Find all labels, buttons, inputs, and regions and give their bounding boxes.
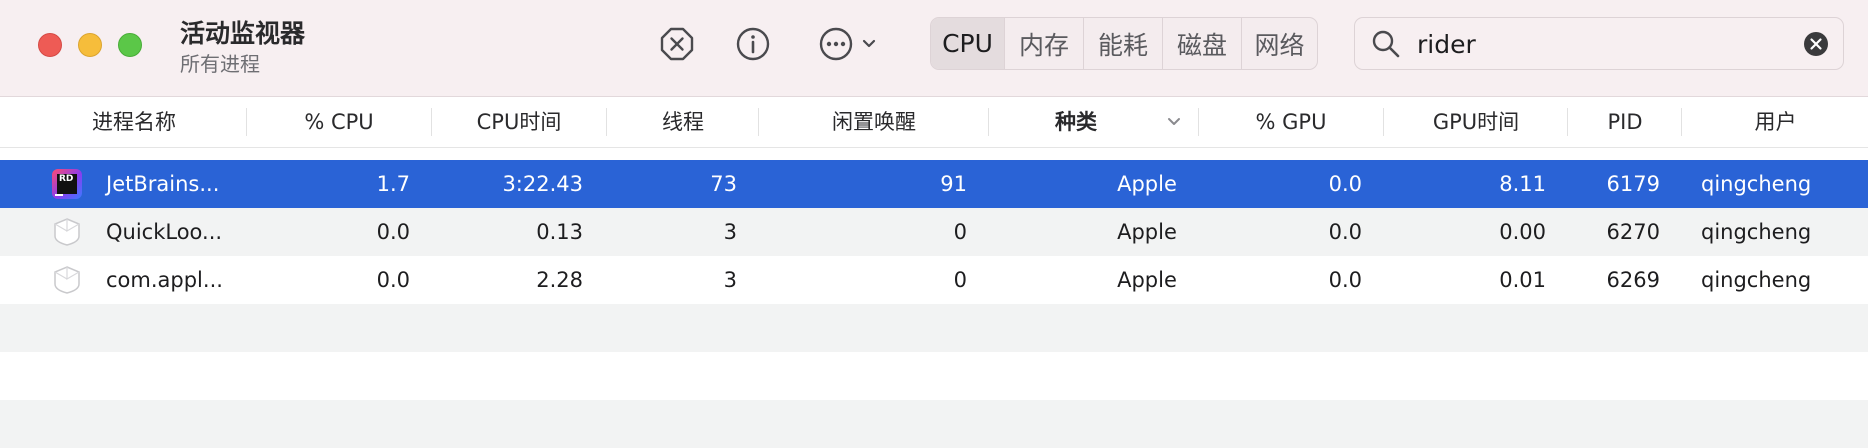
search-input[interactable]: rider bbox=[1417, 30, 1476, 59]
info-icon bbox=[736, 27, 770, 61]
tab-energy[interactable]: 能耗 bbox=[1084, 18, 1163, 69]
threads: 73 bbox=[710, 172, 737, 196]
empty-row bbox=[0, 400, 1868, 448]
cpu-time: 2.28 bbox=[536, 268, 583, 292]
clear-search-icon[interactable] bbox=[1803, 31, 1829, 57]
column-header-process-name[interactable]: 进程名称 bbox=[92, 97, 176, 147]
view-tabs: CPU 内存 能耗 磁盘 网络 bbox=[930, 17, 1318, 70]
process-name: QuickLoo... bbox=[106, 220, 223, 244]
column-header-threads[interactable]: 线程 bbox=[608, 97, 758, 147]
gpu-percent: 0.0 bbox=[1328, 268, 1362, 292]
cpu-percent: 0.0 bbox=[376, 268, 410, 292]
generic-process-icon bbox=[52, 265, 82, 295]
column-divider[interactable] bbox=[1681, 108, 1682, 136]
column-header-gpu-time[interactable]: GPU时间 bbox=[1385, 97, 1567, 147]
tab-disk[interactable]: 磁盘 bbox=[1163, 18, 1242, 69]
search-icon bbox=[1372, 30, 1400, 58]
zoom-window-button[interactable] bbox=[118, 33, 142, 57]
column-header-user[interactable]: 用户 bbox=[1683, 97, 1868, 147]
empty-row bbox=[0, 352, 1868, 400]
column-header-cpu-time[interactable]: CPU时间 bbox=[433, 97, 605, 147]
cpu-time: 0.13 bbox=[536, 220, 583, 244]
chevron-down-icon bbox=[862, 39, 876, 48]
column-header: 进程名称 % CPU CPU时间 线程 闲置唤醒 种类 % GPU GPU时间 … bbox=[0, 97, 1868, 148]
column-header-idle-wakeups[interactable]: 闲置唤醒 bbox=[760, 97, 988, 147]
column-header-gpu-percent[interactable]: % GPU bbox=[1200, 97, 1382, 147]
stop-process-button[interactable] bbox=[655, 22, 699, 66]
pid: 6270 bbox=[1606, 220, 1660, 244]
cpu-time: 3:22.43 bbox=[502, 172, 583, 196]
column-header-cpu-percent[interactable]: % CPU bbox=[248, 97, 430, 147]
pid: 6179 bbox=[1606, 172, 1660, 196]
user: qingcheng bbox=[1701, 172, 1812, 196]
more-icon bbox=[819, 27, 853, 61]
search-field[interactable]: rider bbox=[1354, 17, 1844, 70]
stop-process-icon bbox=[660, 27, 694, 61]
idle-wakeups: 0 bbox=[953, 220, 967, 244]
user: qingcheng bbox=[1701, 268, 1812, 292]
cpu-percent: 1.7 bbox=[376, 172, 410, 196]
threads: 3 bbox=[723, 268, 737, 292]
process-table: RD JetBrains... 1.7 3:22.43 73 91 Apple … bbox=[0, 160, 1868, 448]
column-divider[interactable] bbox=[246, 108, 247, 136]
column-divider[interactable] bbox=[1198, 108, 1199, 136]
tab-network[interactable]: 网络 bbox=[1242, 18, 1317, 69]
column-divider[interactable] bbox=[1383, 108, 1384, 136]
table-row[interactable]: com.appl... 0.0 2.28 3 0 Apple 0.0 0.01 … bbox=[0, 256, 1868, 304]
process-name: com.appl... bbox=[106, 268, 223, 292]
window-subtitle: 所有进程 bbox=[180, 52, 260, 76]
table-row[interactable]: QuickLoo... 0.0 0.13 3 0 Apple 0.0 0.00 … bbox=[0, 208, 1868, 256]
rider-app-icon: RD bbox=[52, 169, 82, 199]
column-header-pid[interactable]: PID bbox=[1569, 97, 1681, 147]
gpu-percent: 0.0 bbox=[1328, 172, 1362, 196]
gpu-time: 0.01 bbox=[1499, 268, 1546, 292]
column-header-kind[interactable]: 种类 bbox=[990, 97, 1162, 147]
cpu-percent: 0.0 bbox=[376, 220, 410, 244]
tab-memory[interactable]: 内存 bbox=[1005, 18, 1084, 69]
column-divider[interactable] bbox=[988, 108, 989, 136]
toolbar: 活动监视器 所有进程 CPU 内存 能耗 磁盘 网络 rider bbox=[0, 0, 1868, 97]
close-window-button[interactable] bbox=[38, 33, 62, 57]
idle-wakeups: 91 bbox=[940, 172, 967, 196]
process-name: JetBrains... bbox=[106, 172, 220, 196]
inspect-process-button[interactable] bbox=[731, 22, 775, 66]
column-divider[interactable] bbox=[758, 108, 759, 136]
gpu-time: 0.00 bbox=[1499, 220, 1546, 244]
window-title: 活动监视器 bbox=[180, 19, 306, 48]
column-divider[interactable] bbox=[431, 108, 432, 136]
table-row[interactable]: RD JetBrains... 1.7 3:22.43 73 91 Apple … bbox=[0, 160, 1868, 208]
column-divider[interactable] bbox=[606, 108, 607, 136]
sort-descending-icon[interactable] bbox=[1165, 113, 1183, 131]
column-divider[interactable] bbox=[1567, 108, 1568, 136]
gpu-percent: 0.0 bbox=[1328, 220, 1362, 244]
pid: 6269 bbox=[1606, 268, 1660, 292]
threads: 3 bbox=[723, 220, 737, 244]
more-actions-button[interactable] bbox=[812, 22, 884, 66]
generic-process-icon bbox=[52, 217, 82, 247]
empty-row bbox=[0, 304, 1868, 352]
gpu-time: 8.11 bbox=[1499, 172, 1546, 196]
minimize-window-button[interactable] bbox=[78, 33, 102, 57]
tab-cpu[interactable]: CPU bbox=[931, 18, 1005, 69]
idle-wakeups: 0 bbox=[953, 268, 967, 292]
user: qingcheng bbox=[1701, 220, 1812, 244]
